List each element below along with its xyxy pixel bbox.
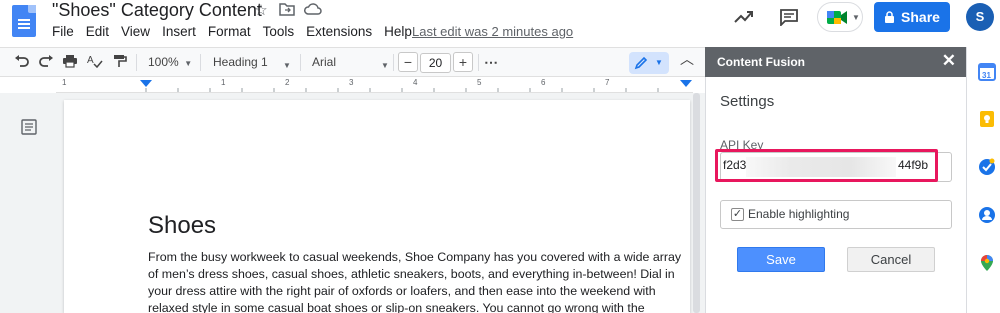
editing-mode-chevron-icon: ▼ xyxy=(655,58,663,67)
zoom-chevron-icon: ▼ xyxy=(182,59,193,68)
font-size-input[interactable]: 20 xyxy=(420,53,451,73)
meet-button[interactable]: ▼ xyxy=(817,2,863,32)
activity-dashboard-icon[interactable] xyxy=(733,8,755,26)
svg-text:A: A xyxy=(87,55,94,66)
save-button[interactable]: Save xyxy=(737,247,825,272)
toolbar-divider xyxy=(393,54,394,71)
settings-heading: Settings xyxy=(720,93,775,110)
menu-bar: File Edit View Insert Format Tools Exten… xyxy=(46,22,418,41)
last-edit-link[interactable]: Last edit was 2 minutes ago xyxy=(412,24,573,39)
undo-icon[interactable] xyxy=(14,54,30,72)
star-icon[interactable]: ☆ xyxy=(252,2,270,20)
comment-history-icon[interactable] xyxy=(779,8,799,28)
menu-extensions[interactable]: Extensions xyxy=(300,22,378,41)
ruler-number: 5 xyxy=(477,78,482,87)
ruler-number: 7 xyxy=(605,78,610,87)
ruler-number: 4 xyxy=(413,78,418,87)
left-indent-marker-icon xyxy=(140,80,152,87)
right-indent-marker-icon xyxy=(680,80,692,87)
toolbar-divider xyxy=(200,54,201,71)
side-panel: 31 xyxy=(966,47,1000,313)
editing-mode-button[interactable]: ▼ xyxy=(629,52,669,74)
enable-highlighting-row[interactable]: ✓ Enable highlighting xyxy=(720,200,952,229)
meet-chevron-icon: ▼ xyxy=(852,13,860,22)
docs-logo-icon[interactable] xyxy=(12,5,36,37)
style-select[interactable]: Heading 1 ▼ xyxy=(213,54,293,70)
document-scrollbar[interactable] xyxy=(693,93,700,313)
menu-format[interactable]: Format xyxy=(202,22,257,41)
ruler-number: 6 xyxy=(541,78,546,87)
close-icon[interactable]: ✕ xyxy=(942,51,956,71)
document-outline-icon[interactable] xyxy=(21,119,37,135)
font-chevron-icon: ▼ xyxy=(381,61,389,70)
collapse-toolbar-icon[interactable]: ︿ xyxy=(680,51,694,67)
keep-icon[interactable] xyxy=(978,110,996,128)
share-button[interactable]: Share xyxy=(874,2,950,32)
toolbar-divider xyxy=(300,54,301,71)
formatting-toolbar: A 100% ▼ Heading 1 ▼ Arial ▼ − 20 + ⋯ ▼ … xyxy=(0,47,705,77)
sidebar-header: Content Fusion ✕ xyxy=(705,47,966,77)
menu-view[interactable]: View xyxy=(115,22,156,41)
ruler-number: 2 xyxy=(285,78,290,87)
enable-highlighting-checkbox[interactable]: ✓ xyxy=(731,208,744,221)
print-icon[interactable] xyxy=(62,54,78,72)
move-folder-icon[interactable] xyxy=(278,2,296,20)
share-label: Share xyxy=(901,9,940,25)
ruler-number: 3 xyxy=(349,78,354,87)
enable-highlighting-label[interactable]: Enable highlighting xyxy=(748,207,849,221)
calendar-icon[interactable]: 31 xyxy=(978,63,996,81)
maps-icon[interactable] xyxy=(978,254,996,272)
menu-file[interactable]: File xyxy=(46,22,80,41)
toolbar-divider xyxy=(478,54,479,71)
toolbar-divider xyxy=(136,54,137,71)
lock-icon xyxy=(885,10,895,23)
zoom-select[interactable]: 100% ▼ xyxy=(148,54,192,72)
cancel-button[interactable]: Cancel xyxy=(847,247,935,272)
horizontal-ruler[interactable]: 1 1 2 3 4 5 6 7 xyxy=(56,77,693,93)
ruler-ticks xyxy=(140,80,692,92)
account-avatar[interactable]: S xyxy=(966,3,994,31)
contacts-icon[interactable] xyxy=(978,206,996,224)
meet-icon xyxy=(827,11,847,24)
redo-icon[interactable] xyxy=(38,54,54,72)
more-options-icon[interactable]: ⋯ xyxy=(484,54,498,70)
style-value: Heading 1 xyxy=(213,55,268,69)
font-select[interactable]: Arial ▼ xyxy=(312,54,390,70)
increase-font-size-button[interactable]: + xyxy=(453,52,473,72)
svg-text:31: 31 xyxy=(982,71,991,80)
decrease-font-size-button[interactable]: − xyxy=(398,52,418,72)
document-title[interactable]: "Shoes" Category Content xyxy=(52,0,262,21)
font-value: Arial xyxy=(312,55,337,69)
menu-insert[interactable]: Insert xyxy=(156,22,202,41)
ruler-number: 1 xyxy=(62,78,67,87)
api-key-highlight-frame xyxy=(715,149,938,182)
sidebar-panel: Settings API Key f2d3 44f9b ✓ Enable hig… xyxy=(705,77,966,313)
paint-format-icon[interactable] xyxy=(112,54,128,72)
cloud-status-icon[interactable] xyxy=(304,2,322,20)
tasks-icon[interactable] xyxy=(978,158,996,176)
pencil-icon xyxy=(634,56,648,70)
document-body-text[interactable]: From the busy workweek to casual weekend… xyxy=(148,249,688,313)
sidebar-title: Content Fusion xyxy=(717,55,805,69)
zoom-value: 100% xyxy=(148,55,179,69)
menu-tools[interactable]: Tools xyxy=(257,22,301,41)
menu-edit[interactable]: Edit xyxy=(80,22,115,41)
ruler-number: 1 xyxy=(221,78,226,87)
spellcheck-icon[interactable]: A xyxy=(87,54,103,72)
document-heading[interactable]: Shoes xyxy=(148,212,216,240)
style-chevron-icon: ▼ xyxy=(283,61,291,70)
